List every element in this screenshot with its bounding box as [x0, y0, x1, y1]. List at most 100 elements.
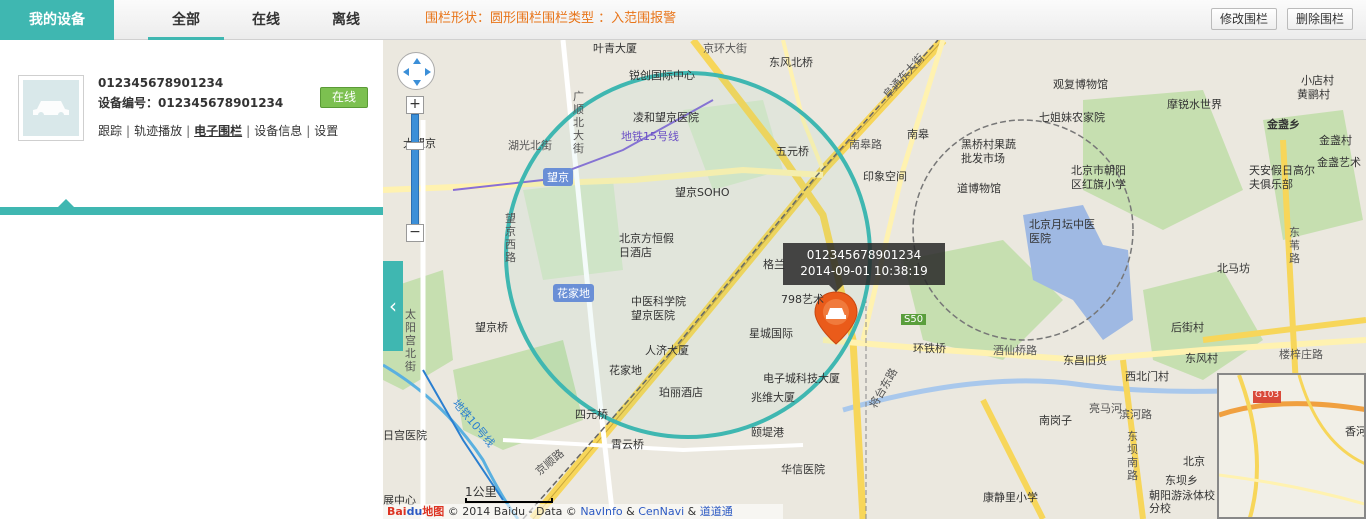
overview-label: G103 [1255, 390, 1280, 400]
device-thumbnail [18, 75, 84, 141]
map-label: 锐创国际中心 [629, 69, 695, 82]
map-label: 星城国际 [749, 327, 793, 340]
scale-bar [465, 498, 553, 503]
map-label: 七姐妹农家院 [1039, 111, 1105, 124]
map-label: 康静里小学 [983, 491, 1038, 504]
map-label: 珀丽酒店 [659, 386, 703, 399]
map-label: 颐堤港 [751, 426, 784, 439]
map-label: 兆维大厦 [751, 391, 795, 404]
map-label: 中医科学院望京医院 [631, 295, 686, 322]
map-label: 东昌旧货 [1063, 354, 1107, 367]
map-label: 南皋路 [849, 138, 882, 151]
map-label: 日宫医院 [383, 429, 427, 442]
zoom-handle[interactable] [406, 142, 424, 150]
map-label: 人济大厦 [645, 344, 689, 357]
map-copyright: Baidu地图 © 2014 Baidu - Data © NavInfo & … [383, 504, 783, 519]
track-link[interactable]: 跟踪 [98, 124, 122, 138]
popup-timestamp: 2014-09-01 10:38:19 [800, 264, 928, 278]
map-label: 东苇路 [1289, 226, 1300, 265]
map-label: 地铁15号线 [621, 130, 679, 143]
edit-fence-button[interactable]: 修改围栏 [1211, 8, 1278, 30]
map-label: 亮马河 [1089, 402, 1122, 415]
selection-notch [58, 199, 74, 207]
map-label: 凌和望京医院 [633, 111, 699, 124]
navinfo-link[interactable]: NavInfo [580, 505, 622, 518]
settings-link[interactable]: 设置 [314, 124, 338, 138]
map-label: 黄鹂村 [1297, 88, 1330, 101]
map-label: S50 [901, 314, 927, 325]
map-label: 道博物馆 [957, 182, 1001, 195]
my-devices-title[interactable]: 我的设备 [0, 0, 114, 40]
fence-info-text: 围栏形状：圆形围栏围栏类型 ：入范围报警 [425, 11, 677, 26]
tab-all[interactable]: 全部 [148, 0, 224, 40]
map-label: 东风村 [1185, 352, 1218, 365]
map-label: 北京市朝阳区红旗小学 [1071, 164, 1126, 191]
device-info-link[interactable]: 设备信息 [254, 124, 302, 138]
map-label: 朝阳游泳体校分校 [1149, 489, 1215, 515]
cennavi-link[interactable]: CenNavi [638, 505, 684, 518]
device-name: 012345678901234 [98, 76, 224, 90]
map-label: 金盏村 [1319, 134, 1352, 147]
map-label: 华信医院 [781, 463, 825, 476]
status-badge: 在线 [320, 87, 368, 108]
pan-arrows-icon [403, 58, 431, 86]
map-label: 印象空间 [863, 170, 907, 183]
baidu-logo-du: du [406, 505, 423, 518]
tab-online[interactable]: 在线 [228, 0, 304, 40]
map-label: 四元桥 [575, 408, 608, 421]
playback-link[interactable]: 轨迹播放 [134, 124, 182, 138]
map-label: 金盏艺术 [1317, 156, 1361, 169]
device-actions: 跟踪 | 轨迹播放 | 电子围栏 | 设备信息 | 设置 [98, 124, 339, 138]
map-label: 观复博物馆 [1053, 78, 1108, 91]
overview-map[interactable]: G103 香河 [1217, 373, 1366, 519]
copyright-amp: & [687, 505, 697, 518]
map-view[interactable]: 叶青大厦 锐创国际中心 凌和望京医院 地铁15号线 湖光北街 望京 望京SOHO… [383, 40, 1366, 519]
map-label: 环铁桥 [913, 342, 946, 355]
map-label: 北京方恒假日酒店 [619, 232, 674, 259]
map-label: 天安假日高尔夫俱乐部 [1249, 164, 1315, 191]
overview-label: 香河 [1345, 425, 1366, 438]
zoom-control: + − [406, 96, 424, 244]
map-label: 东风北桥 [769, 56, 813, 69]
map-label: 霄云桥 [611, 438, 644, 451]
geofence-link[interactable]: 电子围栏 [194, 124, 242, 138]
map-label: 格兰 [763, 258, 785, 271]
selection-divider [0, 207, 383, 215]
copyright-amp: & [626, 505, 635, 518]
collapse-panel-button[interactable]: ‹ [383, 261, 403, 351]
map-label: 北京月坛中医医院 [1029, 218, 1095, 245]
overview-base [1219, 375, 1364, 517]
map-label: 湖光北街 [508, 139, 552, 152]
map-label: 望京西路 [505, 212, 516, 264]
device-list-panel: 012345678901234 设备编号：012345678901234 在线 … [0, 40, 383, 519]
zoom-in-button[interactable]: + [406, 96, 424, 114]
device-popup: 012345678901234 2014-09-01 10:38:19 [783, 243, 945, 292]
map-label: 798艺术 [781, 293, 824, 306]
zoom-slider[interactable] [411, 114, 419, 226]
baidu-logo-map: 地图 [422, 505, 445, 518]
delete-fence-button[interactable]: 删除围栏 [1287, 8, 1354, 30]
map-label: 东坝南路 [1127, 430, 1138, 482]
map-label: 滨河路 [1119, 408, 1152, 421]
map-label: 叶青大厦 [593, 42, 637, 55]
tab-offline[interactable]: 离线 [308, 0, 384, 40]
map-label: 东坝乡 [1165, 474, 1198, 487]
map-label: 电子城科技大厦 [763, 372, 840, 385]
map-label: 望京桥 [475, 321, 508, 334]
car-icon [33, 101, 69, 118]
zoom-out-button[interactable]: − [406, 224, 424, 242]
device-number: 设备编号：012345678901234 [98, 96, 284, 110]
map-label: 望京SOHO [675, 186, 730, 199]
map-label: 南皋 [907, 128, 929, 141]
map-label: 望京 [543, 168, 573, 186]
map-label: 酒仙桥路 [993, 344, 1037, 357]
map-label: 金盏乡 [1267, 118, 1300, 131]
pan-control[interactable] [397, 52, 435, 90]
map-label: 北马坊 [1217, 262, 1250, 275]
map-label: 摩锐水世界 [1167, 98, 1222, 111]
map-label: 广顺北大街 [573, 90, 584, 155]
popup-device-id: 012345678901234 [806, 248, 922, 262]
map-label: 花家地 [609, 364, 642, 377]
map-label: 楼梓庄路 [1279, 348, 1323, 361]
daodaotong-link[interactable]: 道道通 [700, 505, 733, 518]
